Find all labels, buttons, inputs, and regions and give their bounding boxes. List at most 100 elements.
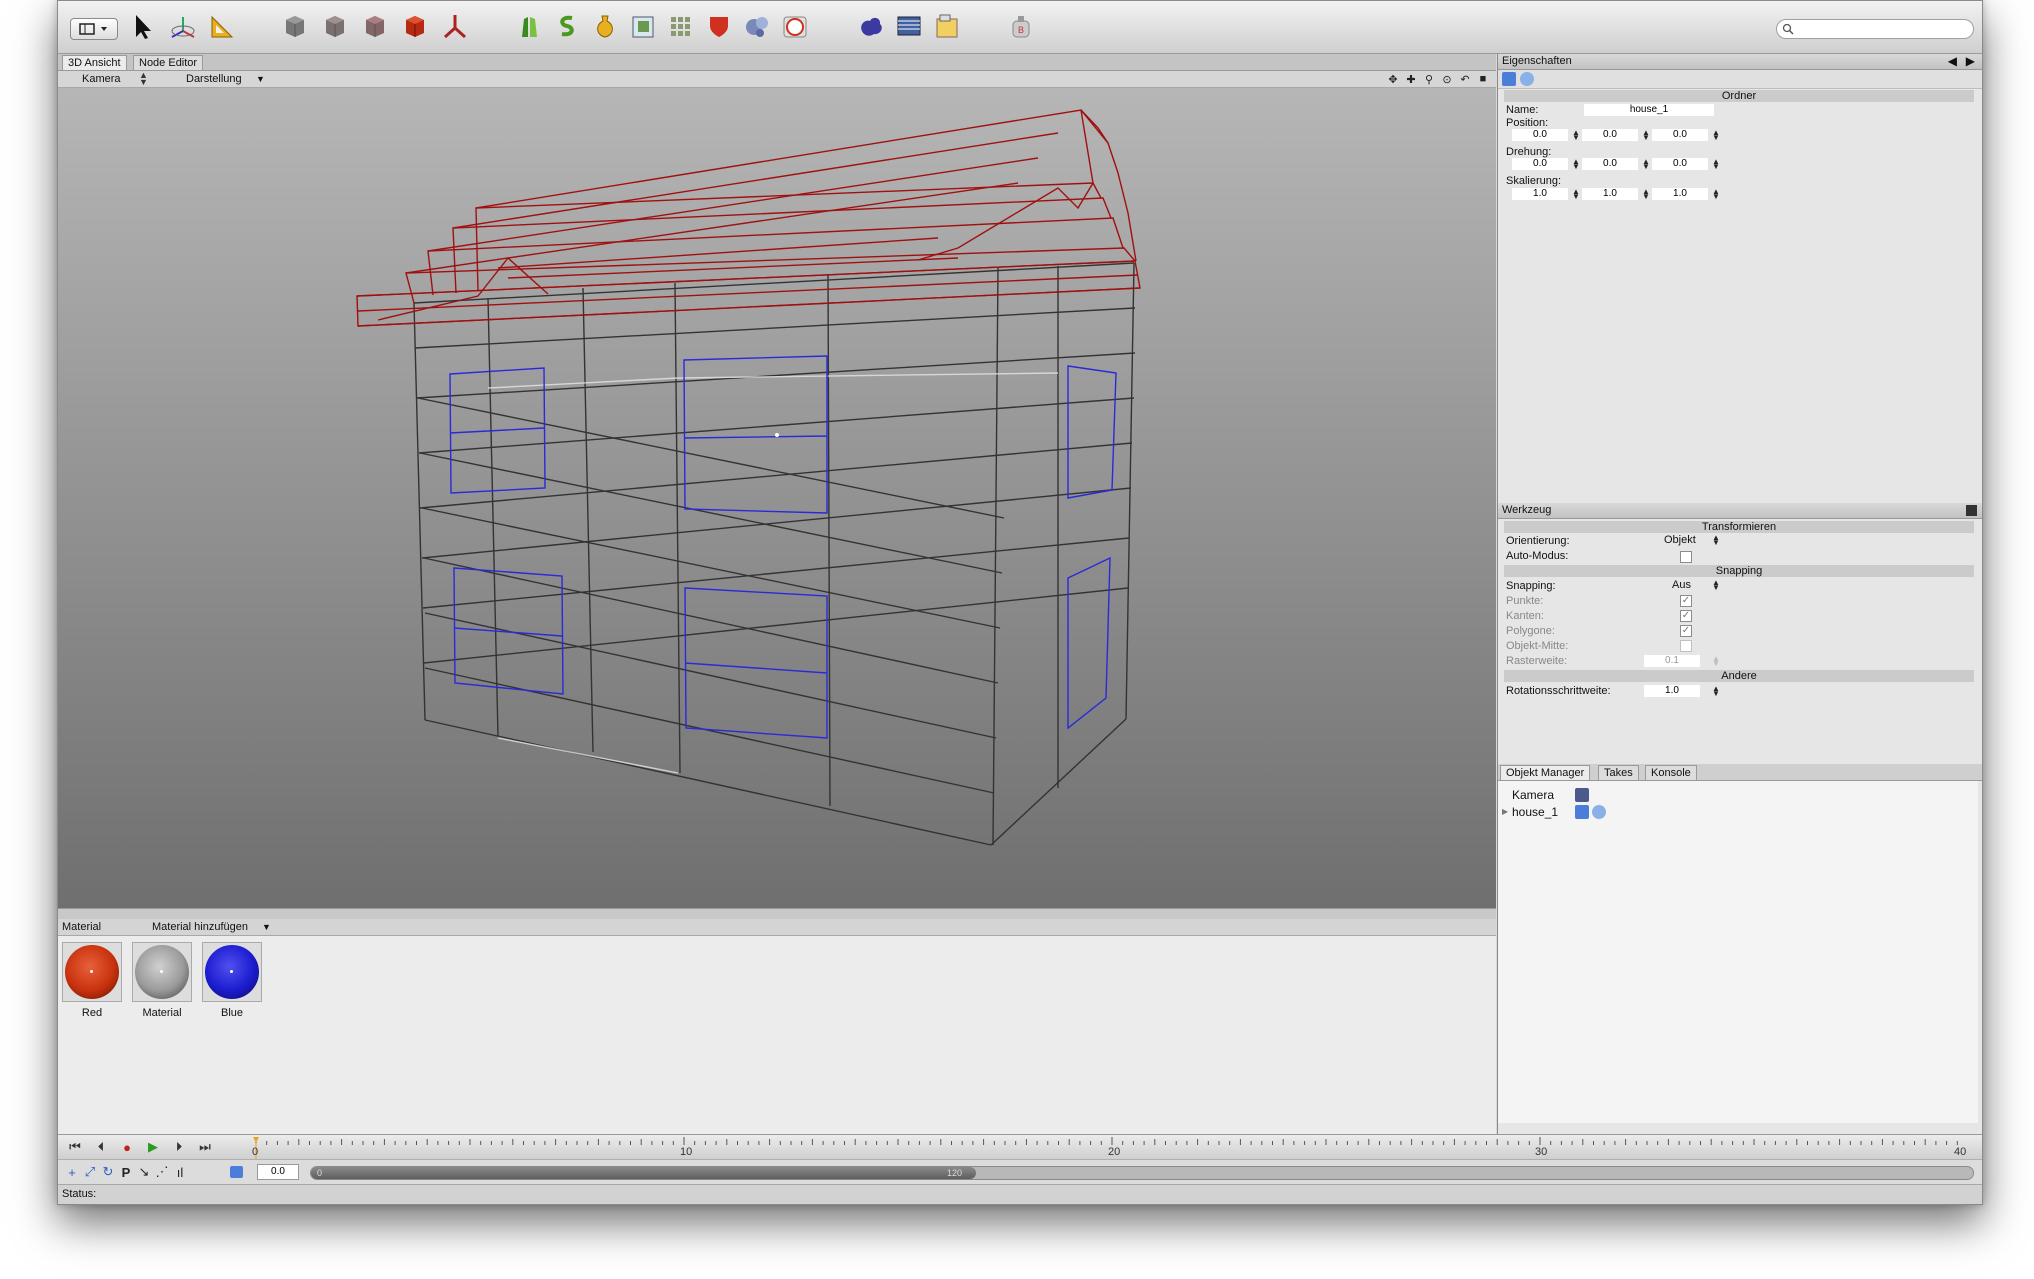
frame-range-slider[interactable]: 0 120 <box>310 1166 1974 1180</box>
tab-3d-view[interactable]: 3D Ansicht <box>62 55 127 70</box>
camera-tag-icon[interactable] <box>1575 788 1589 802</box>
material-red[interactable]: Red <box>62 942 122 1019</box>
rotate-view-icon[interactable]: ↶ <box>1458 72 1472 86</box>
render-view-button[interactable] <box>856 11 886 41</box>
transform-tool-button[interactable] <box>168 11 198 41</box>
move-view-icon[interactable]: ✥ <box>1386 72 1400 86</box>
scale-z-field[interactable] <box>1652 188 1708 200</box>
axis-tool-button[interactable] <box>440 11 470 41</box>
polygons-checkbox[interactable]: ✓ <box>1680 625 1692 637</box>
frame-range-fill[interactable] <box>311 1167 976 1179</box>
tab-console[interactable]: Konsole <box>1645 765 1697 780</box>
orientation-stepper[interactable]: ▲ ▼ <box>1712 534 1720 547</box>
grid-stepper[interactable]: ▲ ▼ <box>1712 655 1720 668</box>
cube-3-button[interactable] <box>360 11 390 41</box>
tab-node-editor[interactable]: Node Editor <box>133 55 204 70</box>
position-y-field[interactable] <box>1582 129 1638 141</box>
camera-menu[interactable]: Kamera <box>82 73 121 85</box>
measure-tool-button[interactable] <box>206 11 236 41</box>
rotation-step-field[interactable] <box>1644 685 1700 697</box>
position-z-field[interactable] <box>1652 129 1708 141</box>
lathe-button[interactable] <box>590 11 620 41</box>
search-field[interactable] <box>1776 19 1974 39</box>
rotation-y-field[interactable] <box>1582 158 1638 170</box>
scale-x-field[interactable] <box>1512 188 1568 200</box>
point-key-icon[interactable]: ↘ <box>136 1164 152 1180</box>
go-to-start-icon[interactable]: ⏮ <box>66 1139 84 1155</box>
go-to-end-icon[interactable]: ⏭ <box>196 1139 214 1155</box>
edges-checkbox[interactable]: ✓ <box>1680 610 1692 622</box>
tool-panel-menu-icon[interactable] <box>1966 505 1977 516</box>
deformer-button[interactable] <box>704 11 734 41</box>
auto-mode-checkbox[interactable] <box>1680 551 1692 563</box>
object-row-house[interactable]: ▶ house_1 <box>1498 804 1978 820</box>
parameter-key-icon[interactable]: P <box>118 1164 134 1180</box>
playhead-icon[interactable] <box>253 1137 259 1143</box>
molecule-button[interactable] <box>742 11 772 41</box>
info-tag-icon[interactable] <box>1592 805 1606 819</box>
layout-selector-button[interactable] <box>70 18 118 40</box>
play-icon[interactable]: ▶ <box>144 1139 162 1155</box>
render-settings-button[interactable] <box>932 11 962 41</box>
cube-red-button[interactable] <box>400 11 430 41</box>
rotation-z-field[interactable] <box>1652 158 1708 170</box>
zoom-view-icon[interactable]: ⚲ <box>1422 72 1436 86</box>
rotation-x-field[interactable] <box>1512 158 1568 170</box>
position-z-stepper[interactable]: ▲ ▼ <box>1712 129 1720 142</box>
add-material-menu[interactable]: Material hinzufügen <box>152 921 248 933</box>
object-type-icon[interactable] <box>1502 72 1516 86</box>
array-button[interactable] <box>666 11 696 41</box>
move-key-icon[interactable]: + <box>64 1164 80 1180</box>
rotate-key-icon[interactable]: ↻ <box>100 1164 116 1180</box>
display-dropdown-icon[interactable]: ▼ <box>256 74 265 84</box>
forward-arrow-icon[interactable]: ▶ <box>1966 54 1975 69</box>
render-picture-button[interactable] <box>894 11 924 41</box>
camera-stepper-icon[interactable]: ▲ ▼ <box>139 71 148 87</box>
object-key-icon[interactable] <box>228 1164 244 1180</box>
position-x-stepper[interactable]: ▲ ▼ <box>1572 129 1580 142</box>
focus-view-icon[interactable]: ⊙ <box>1440 72 1454 86</box>
record-icon[interactable]: ● <box>118 1139 136 1155</box>
viewport-splitter[interactable] <box>58 908 1496 919</box>
cube-1-button[interactable] <box>280 11 310 41</box>
add-material-dropdown-icon[interactable]: ▼ <box>262 922 271 932</box>
scale-key-icon[interactable]: ⤢ <box>82 1164 98 1180</box>
spline-button[interactable] <box>552 11 582 41</box>
scale-y-stepper[interactable]: ▲ ▼ <box>1642 188 1650 201</box>
plugin-button[interactable]: B <box>1006 11 1036 41</box>
extrude-button[interactable] <box>514 11 544 41</box>
snapping-select[interactable]: Aus <box>1672 579 1691 591</box>
object-row-camera[interactable]: Kamera <box>1498 787 1978 803</box>
tag-type-icon[interactable] <box>1520 72 1534 86</box>
current-frame-field[interactable] <box>257 1164 299 1180</box>
name-field[interactable] <box>1584 104 1714 116</box>
scale-x-stepper[interactable]: ▲ ▼ <box>1572 188 1580 201</box>
fullscreen-view-icon[interactable]: ■ <box>1476 72 1490 86</box>
previous-frame-icon[interactable]: ⏴ <box>92 1139 110 1155</box>
search-input[interactable] <box>1797 21 1967 39</box>
rotation-x-stepper[interactable]: ▲ ▼ <box>1572 158 1580 171</box>
display-menu[interactable]: Darstellung <box>186 73 242 85</box>
back-arrow-icon[interactable]: ◀ <box>1948 54 1957 69</box>
3d-viewport[interactable] <box>58 88 1496 908</box>
tab-takes[interactable]: Takes <box>1598 765 1639 780</box>
timeline-ruler[interactable]: 0 10 20 30 40 <box>252 1135 1972 1159</box>
scale-y-field[interactable] <box>1582 188 1638 200</box>
cube-2-button[interactable] <box>320 11 350 41</box>
folder-tag-icon[interactable] <box>1575 805 1589 819</box>
material-blue[interactable]: Blue <box>202 942 262 1019</box>
link-key-icon[interactable]: ⋰ <box>154 1164 170 1180</box>
orientation-select[interactable]: Objekt <box>1664 534 1696 546</box>
material-gray[interactable]: Material <box>132 942 192 1019</box>
rotation-step-stepper[interactable]: ▲ ▼ <box>1712 685 1720 698</box>
select-tool-button[interactable] <box>128 11 158 41</box>
tab-object-manager[interactable]: Objekt Manager <box>1500 765 1591 780</box>
position-x-field[interactable] <box>1512 129 1568 141</box>
pan-view-icon[interactable]: ✚ <box>1404 72 1418 86</box>
snapping-stepper[interactable]: ▲ ▼ <box>1712 579 1720 592</box>
frame-cube-button[interactable] <box>628 11 658 41</box>
grid-field[interactable] <box>1644 655 1700 667</box>
points-checkbox[interactable]: ✓ <box>1680 595 1692 607</box>
graph-key-icon[interactable]: ıl <box>172 1164 188 1180</box>
next-frame-icon[interactable]: ⏵ <box>170 1139 188 1155</box>
